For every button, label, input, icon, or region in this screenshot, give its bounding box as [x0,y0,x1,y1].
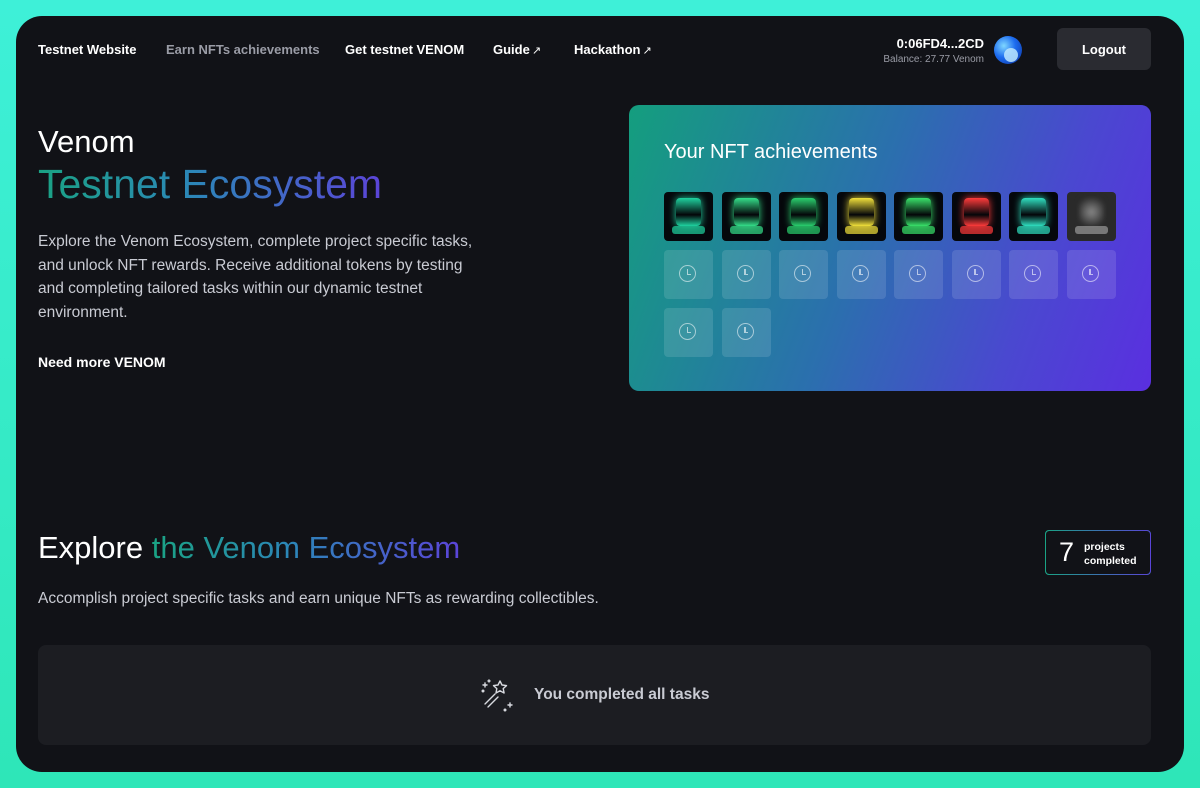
tasks-status-panel: You completed all tasks [38,645,1151,745]
explore-description: Accomplish project specific tasks and ea… [38,590,599,607]
clock-icon [909,265,926,282]
magic-wand-icon [481,679,513,712]
nft-pending-slot[interactable] [721,308,771,357]
nft-achievement-item[interactable] [721,192,771,241]
nft-pending-slot[interactable] [664,250,713,299]
nft-pending-slot[interactable] [951,250,1001,299]
nav-link-testnet-website[interactable]: Testnet Website [38,42,136,57]
nft-pending-slot[interactable] [721,250,771,299]
nft-image [676,198,701,226]
nft-achievement-item[interactable] [951,192,1001,241]
need-more-venom-link[interactable]: Need more VENOM [38,354,166,370]
hero-description: Explore the Venom Ecosystem, complete pr… [38,233,473,321]
logout-button[interactable]: Logout [1057,28,1151,70]
nft-pending-slot[interactable] [894,250,943,299]
nft-achievement-item[interactable] [1066,192,1116,241]
nft-image [963,198,989,226]
external-link-icon: ↗ [531,45,542,57]
clock-icon [736,323,754,340]
projects-completed-count: 7 [1059,537,1075,567]
nav-link-hackathon[interactable]: Hackathon ↗ [574,42,652,57]
hero-title-line2: Testnet Ecosystem [38,161,383,207]
wallet-avatar[interactable] [994,36,1022,64]
clock-icon [736,265,754,282]
nft-achievements-card: Your NFT achievements [629,105,1151,391]
wallet-balance: Balance: 27.77 Venom [883,54,984,65]
nav-link-get-venom[interactable]: Get testnet VENOM [345,42,464,57]
nft-image [848,198,874,226]
nft-image [906,198,931,226]
clock-icon [966,265,984,282]
nft-pending-slot[interactable] [836,250,886,299]
clock-icon [851,265,869,282]
clock-icon [679,323,696,340]
nft-image [733,198,759,226]
nav-link-label: Guide [493,42,530,57]
nft-base [902,226,935,234]
app-window: Testnet Website Earn NFTs achievements G… [16,16,1184,772]
wallet-address: 0:06FD4...2CD [896,36,984,51]
explore-title-plain: Explore [38,530,152,565]
nft-achievement-item[interactable] [836,192,886,241]
nft-base [1074,226,1108,234]
nft-base [844,226,878,234]
nav-link-label: Earn NFTs achievements [166,42,320,57]
nft-image [1021,198,1046,226]
clock-icon [1081,265,1099,282]
nav-link-label: Get testnet VENOM [345,42,465,57]
nft-image [1078,198,1104,226]
nft-pending-slot[interactable] [779,250,828,299]
nft-achievement-item[interactable] [1009,192,1058,241]
nft-base [1017,226,1050,234]
top-navigation: Testnet Website Earn NFTs achievements G… [16,16,1184,84]
nft-image [791,198,816,226]
nft-pending-slot[interactable] [664,308,713,357]
nav-link-earn-nfts[interactable]: Earn NFTs achievements [166,42,320,57]
clock-icon [679,265,696,282]
explore-title-gradient: the Venom Ecosystem [151,530,461,565]
explore-title: Explore the Venom Ecosystem [38,530,460,566]
nft-base [729,226,763,234]
external-link-icon: ↗ [642,45,652,57]
nft-achievement-item[interactable] [664,192,713,241]
nft-achievement-item[interactable] [894,192,943,241]
nft-achievement-item[interactable] [779,192,828,241]
projects-completed-badge: 7 projects completed [1045,530,1151,575]
clock-icon [794,265,811,282]
nft-base [672,226,705,234]
nft-base [959,226,993,234]
tasks-status: You completed all tasks [480,677,709,713]
projects-completed-label: projects completed [1084,541,1137,567]
nav-link-guide[interactable]: Guide ↗ [493,42,541,57]
nft-pending-slot[interactable] [1009,250,1058,299]
nft-card-title: Your NFT achievements [664,141,878,163]
clock-icon [1024,265,1041,282]
nav-link-label: Testnet Website [38,42,137,57]
wallet-info[interactable]: 0:06FD4...2CD Balance: 27.77 Venom [883,36,984,65]
tasks-message: You completed all tasks [534,686,710,703]
nft-base [787,226,820,234]
nft-pending-slot[interactable] [1066,250,1116,299]
hero-title-line1: Venom [38,124,135,159]
nav-link-label: Hackathon [574,42,641,57]
